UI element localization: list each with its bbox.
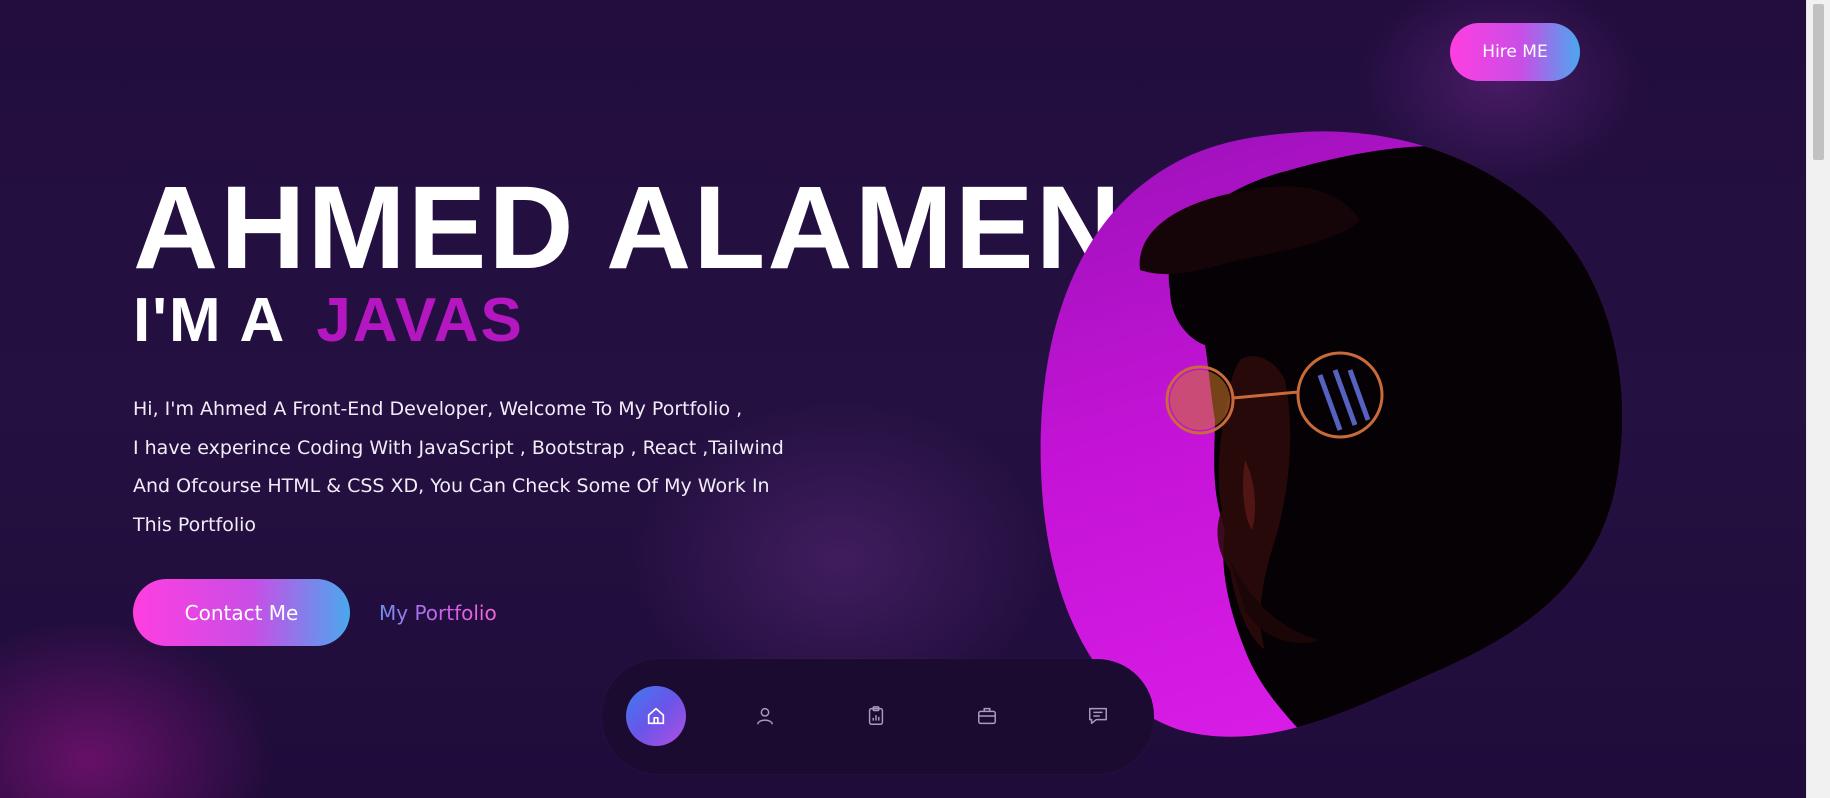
- clipboard-chart-icon: [868, 706, 884, 725]
- bottom-nav: [602, 659, 1154, 774]
- nav-about[interactable]: [735, 686, 795, 746]
- home-icon: [647, 707, 665, 725]
- page-scrollbar[interactable]: [1806, 0, 1830, 798]
- role-prefix: I'M A: [133, 286, 287, 355]
- my-portfolio-link[interactable]: My Portfolio: [379, 598, 497, 628]
- hero-role: I'M A JAVAS: [133, 283, 524, 359]
- contact-me-button[interactable]: Contact Me: [133, 579, 350, 646]
- intro-line: This Portfolio: [133, 513, 257, 536]
- nav-home[interactable]: [626, 686, 686, 746]
- nav-portfolio[interactable]: [957, 686, 1017, 746]
- hire-me-button[interactable]: Hire ME: [1450, 23, 1580, 81]
- scrollbar-thumb[interactable]: [1813, 4, 1824, 160]
- hero-intro: Hi, I'm Ahmed A Front-End Developer, Wel…: [133, 390, 784, 544]
- intro-line: Hi, I'm Ahmed A Front-End Developer, Wel…: [133, 398, 743, 420]
- intro-line: And Ofcourse HTML & CSS XD, You Can Chec…: [133, 475, 770, 497]
- profile-portrait: [1040, 131, 1623, 737]
- message-icon: [1089, 707, 1107, 725]
- nav-skills[interactable]: [846, 686, 906, 746]
- hero-name: AHMED ALAMEN: [133, 162, 1123, 294]
- role-typed-text: JAVAS: [316, 286, 524, 355]
- user-icon: [756, 707, 774, 725]
- intro-line: I have experince Coding With JavaScript …: [133, 436, 784, 459]
- nav-contact[interactable]: [1068, 686, 1128, 746]
- briefcase-icon: [978, 707, 996, 725]
